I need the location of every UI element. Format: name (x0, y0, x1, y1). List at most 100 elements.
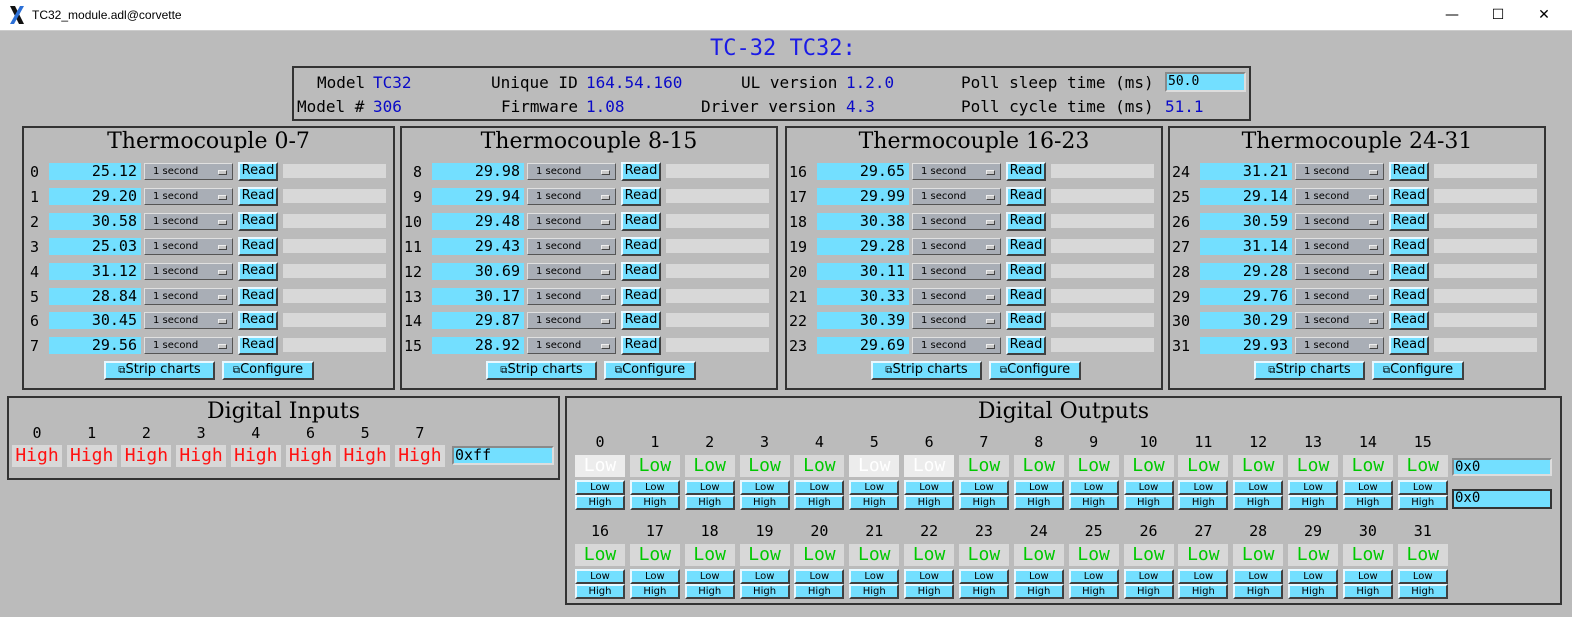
read-button[interactable]: Read (1006, 261, 1046, 281)
read-button[interactable]: Read (238, 162, 278, 181)
scan-rate-menu[interactable]: 1 second (527, 337, 616, 355)
read-button[interactable]: Read (621, 261, 661, 281)
configure-button[interactable]: ⧉Configure (1372, 361, 1464, 380)
read-button[interactable]: Read (1389, 336, 1429, 356)
set-high-button[interactable]: High (1013, 584, 1064, 599)
set-low-button[interactable]: Low (958, 480, 1009, 495)
scan-rate-menu[interactable]: 1 second (144, 287, 233, 305)
scan-rate-menu[interactable]: 1 second (144, 312, 233, 330)
read-button[interactable]: Read (1389, 311, 1429, 331)
poll-sleep-input[interactable]: 50.0 (1165, 72, 1246, 92)
configure-button[interactable]: ⧉Configure (604, 361, 696, 380)
set-high-button[interactable]: High (575, 584, 625, 599)
strip-charts-button[interactable]: ⧉Strip charts (871, 361, 982, 380)
set-high-button[interactable]: High (1123, 584, 1174, 599)
set-low-button[interactable]: Low (1288, 569, 1339, 584)
strip-charts-button[interactable]: ⧉Strip charts (486, 361, 597, 380)
read-button[interactable]: Read (238, 311, 278, 331)
read-button[interactable]: Read (1389, 211, 1429, 231)
read-button[interactable]: Read (1006, 162, 1046, 181)
set-high-button[interactable]: High (684, 495, 735, 510)
set-high-button[interactable]: High (958, 495, 1009, 510)
read-button[interactable]: Read (1389, 286, 1429, 306)
read-button[interactable]: Read (621, 311, 661, 331)
set-low-button[interactable]: Low (629, 569, 680, 584)
scan-rate-menu[interactable]: 1 second (912, 262, 1001, 280)
scan-rate-menu[interactable]: 1 second (912, 163, 1001, 180)
scan-rate-menu[interactable]: 1 second (912, 287, 1001, 305)
set-low-button[interactable]: Low (849, 569, 900, 584)
scan-rate-menu[interactable]: 1 second (912, 237, 1001, 255)
scan-rate-menu[interactable]: 1 second (912, 187, 1001, 205)
scan-rate-menu[interactable]: 1 second (144, 163, 233, 180)
scan-rate-menu[interactable]: 1 second (527, 312, 616, 330)
read-button[interactable]: Read (238, 211, 278, 231)
strip-charts-button[interactable]: ⧉Strip charts (104, 361, 215, 380)
maximize-button[interactable]: ☐ (1475, 0, 1521, 31)
set-low-button[interactable]: Low (1342, 569, 1393, 584)
minimize-button[interactable]: — (1429, 0, 1475, 31)
set-low-button[interactable]: Low (1068, 569, 1119, 584)
set-low-button[interactable]: Low (958, 569, 1009, 584)
set-high-button[interactable]: High (1342, 584, 1393, 599)
set-high-button[interactable]: High (1013, 495, 1064, 510)
read-button[interactable]: Read (621, 336, 661, 356)
set-low-button[interactable]: Low (1233, 569, 1284, 584)
set-high-button[interactable]: High (1068, 495, 1119, 510)
read-button[interactable]: Read (621, 236, 661, 256)
scan-rate-menu[interactable]: 1 second (1295, 187, 1384, 205)
scan-rate-menu[interactable]: 1 second (1295, 287, 1384, 305)
set-low-button[interactable]: Low (1123, 569, 1174, 584)
scan-rate-menu[interactable]: 1 second (144, 212, 233, 230)
set-high-button[interactable]: High (1068, 584, 1119, 599)
read-button[interactable]: Read (1389, 186, 1429, 206)
digital-outputs-write-input[interactable]: 0x0 (1452, 489, 1552, 509)
scan-rate-menu[interactable]: 1 second (527, 287, 616, 305)
set-high-button[interactable]: High (794, 584, 845, 599)
read-button[interactable]: Read (1389, 162, 1429, 181)
set-low-button[interactable]: Low (684, 480, 735, 495)
set-low-button[interactable]: Low (849, 480, 900, 495)
scan-rate-menu[interactable]: 1 second (1295, 212, 1384, 230)
scan-rate-menu[interactable]: 1 second (1295, 337, 1384, 355)
scan-rate-menu[interactable]: 1 second (527, 237, 616, 255)
scan-rate-menu[interactable]: 1 second (912, 312, 1001, 330)
set-high-button[interactable]: High (1397, 584, 1448, 599)
set-low-button[interactable]: Low (1233, 480, 1284, 495)
read-button[interactable]: Read (1006, 311, 1046, 331)
strip-charts-button[interactable]: ⧉Strip charts (1254, 361, 1365, 380)
set-low-button[interactable]: Low (1178, 569, 1229, 584)
set-low-button[interactable]: Low (1397, 569, 1448, 584)
set-low-button[interactable]: Low (629, 480, 680, 495)
set-low-button[interactable]: Low (1288, 480, 1339, 495)
set-high-button[interactable]: High (849, 584, 900, 599)
set-low-button[interactable]: Low (575, 480, 625, 495)
set-low-button[interactable]: Low (904, 480, 955, 495)
set-high-button[interactable]: High (1342, 495, 1393, 510)
set-high-button[interactable]: High (1288, 495, 1339, 510)
scan-rate-menu[interactable]: 1 second (1295, 312, 1384, 330)
set-low-button[interactable]: Low (575, 569, 625, 584)
set-high-button[interactable]: High (1178, 495, 1229, 510)
scan-rate-menu[interactable]: 1 second (527, 187, 616, 205)
set-high-button[interactable]: High (684, 584, 735, 599)
scan-rate-menu[interactable]: 1 second (1295, 163, 1384, 180)
read-button[interactable]: Read (1006, 336, 1046, 356)
set-low-button[interactable]: Low (1397, 480, 1448, 495)
read-button[interactable]: Read (238, 336, 278, 356)
set-high-button[interactable]: High (904, 495, 955, 510)
scan-rate-menu[interactable]: 1 second (912, 212, 1001, 230)
set-high-button[interactable]: High (1178, 584, 1229, 599)
read-button[interactable]: Read (1006, 186, 1046, 206)
set-high-button[interactable]: High (849, 495, 900, 510)
set-high-button[interactable]: High (1288, 584, 1339, 599)
scan-rate-menu[interactable]: 1 second (527, 212, 616, 230)
read-button[interactable]: Read (1006, 211, 1046, 231)
set-low-button[interactable]: Low (904, 569, 955, 584)
read-button[interactable]: Read (238, 236, 278, 256)
set-low-button[interactable]: Low (684, 569, 735, 584)
set-high-button[interactable]: High (794, 495, 845, 510)
set-low-button[interactable]: Low (1123, 480, 1174, 495)
read-button[interactable]: Read (1006, 236, 1046, 256)
read-button[interactable]: Read (1006, 286, 1046, 306)
